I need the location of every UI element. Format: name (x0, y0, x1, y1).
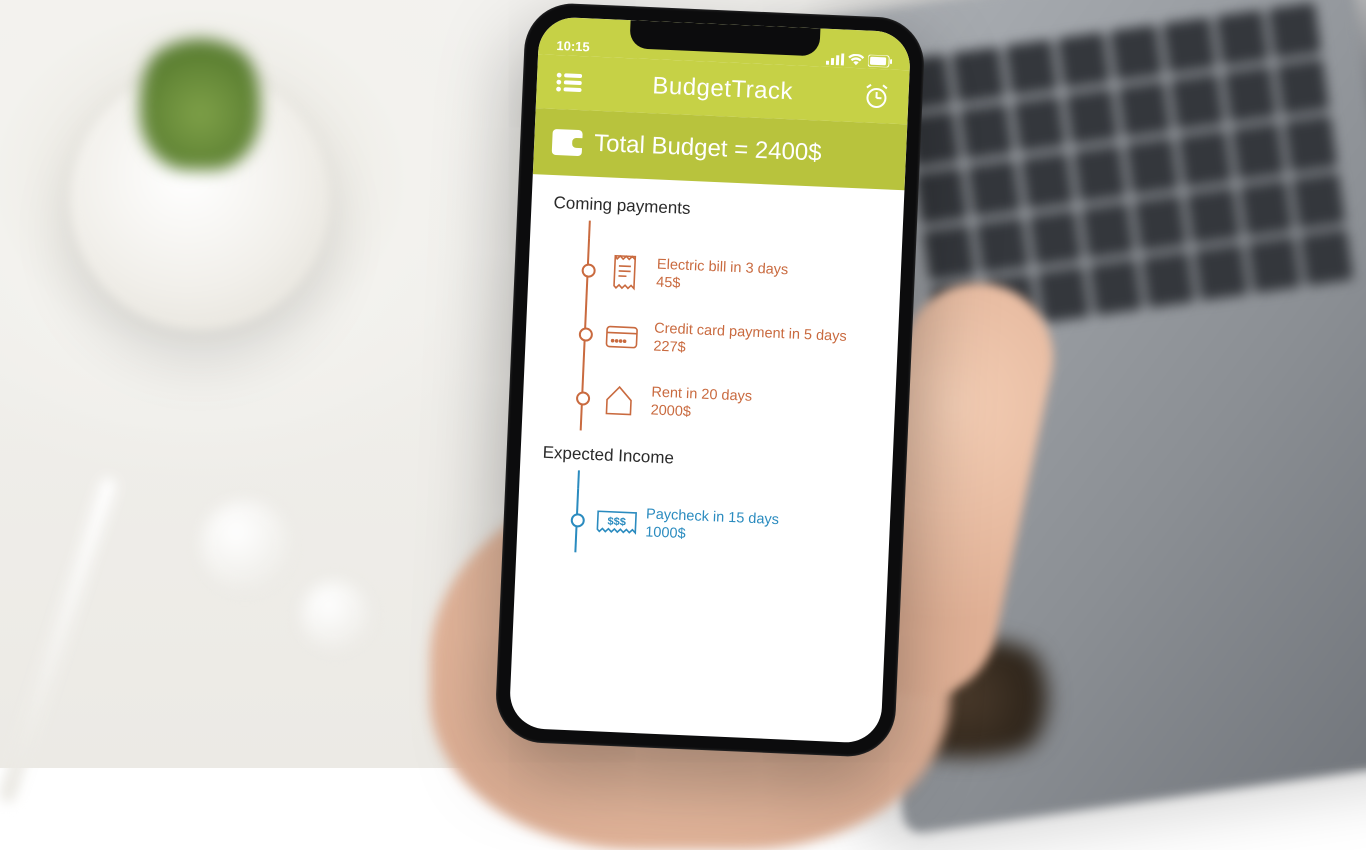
earbud-prop (300, 580, 370, 650)
status-icons (826, 53, 892, 68)
wifi-icon (848, 54, 865, 67)
wallet-icon (552, 129, 583, 156)
menu-list-icon (555, 72, 582, 93)
receipt-icon (604, 251, 646, 293)
credit-card-icon (601, 315, 643, 357)
reminders-button[interactable] (860, 79, 893, 112)
total-budget-label: Total Budget = 2400$ (594, 130, 823, 168)
paycheck-icon: $$$ (593, 501, 635, 543)
payment-item-rent[interactable]: Rent in 20 days 2000$ (580, 366, 875, 443)
earbud-prop (200, 500, 290, 590)
house-icon (598, 379, 640, 421)
income-item-paycheck[interactable]: $$$ Paycheck in 15 days 1000$ (574, 488, 869, 565)
alarm-clock-icon (862, 81, 891, 110)
svg-text:$$$: $$$ (607, 516, 626, 529)
income-timeline: $$$ Paycheck in 15 days 1000$ (574, 488, 869, 565)
plant (140, 30, 260, 170)
phone-frame: 10:15 BudgetTrack (494, 2, 926, 759)
menu-button[interactable] (552, 66, 585, 99)
status-time: 10:15 (556, 38, 590, 54)
cellular-icon (826, 53, 845, 66)
content-area[interactable]: Coming payments Electric bill in 3 days … (516, 174, 904, 566)
payments-timeline: Electric bill in 3 days 45$ (580, 239, 880, 444)
battery-icon (868, 55, 893, 68)
app-title: BudgetTrack (652, 72, 794, 106)
phone-screen: 10:15 BudgetTrack (509, 16, 912, 744)
